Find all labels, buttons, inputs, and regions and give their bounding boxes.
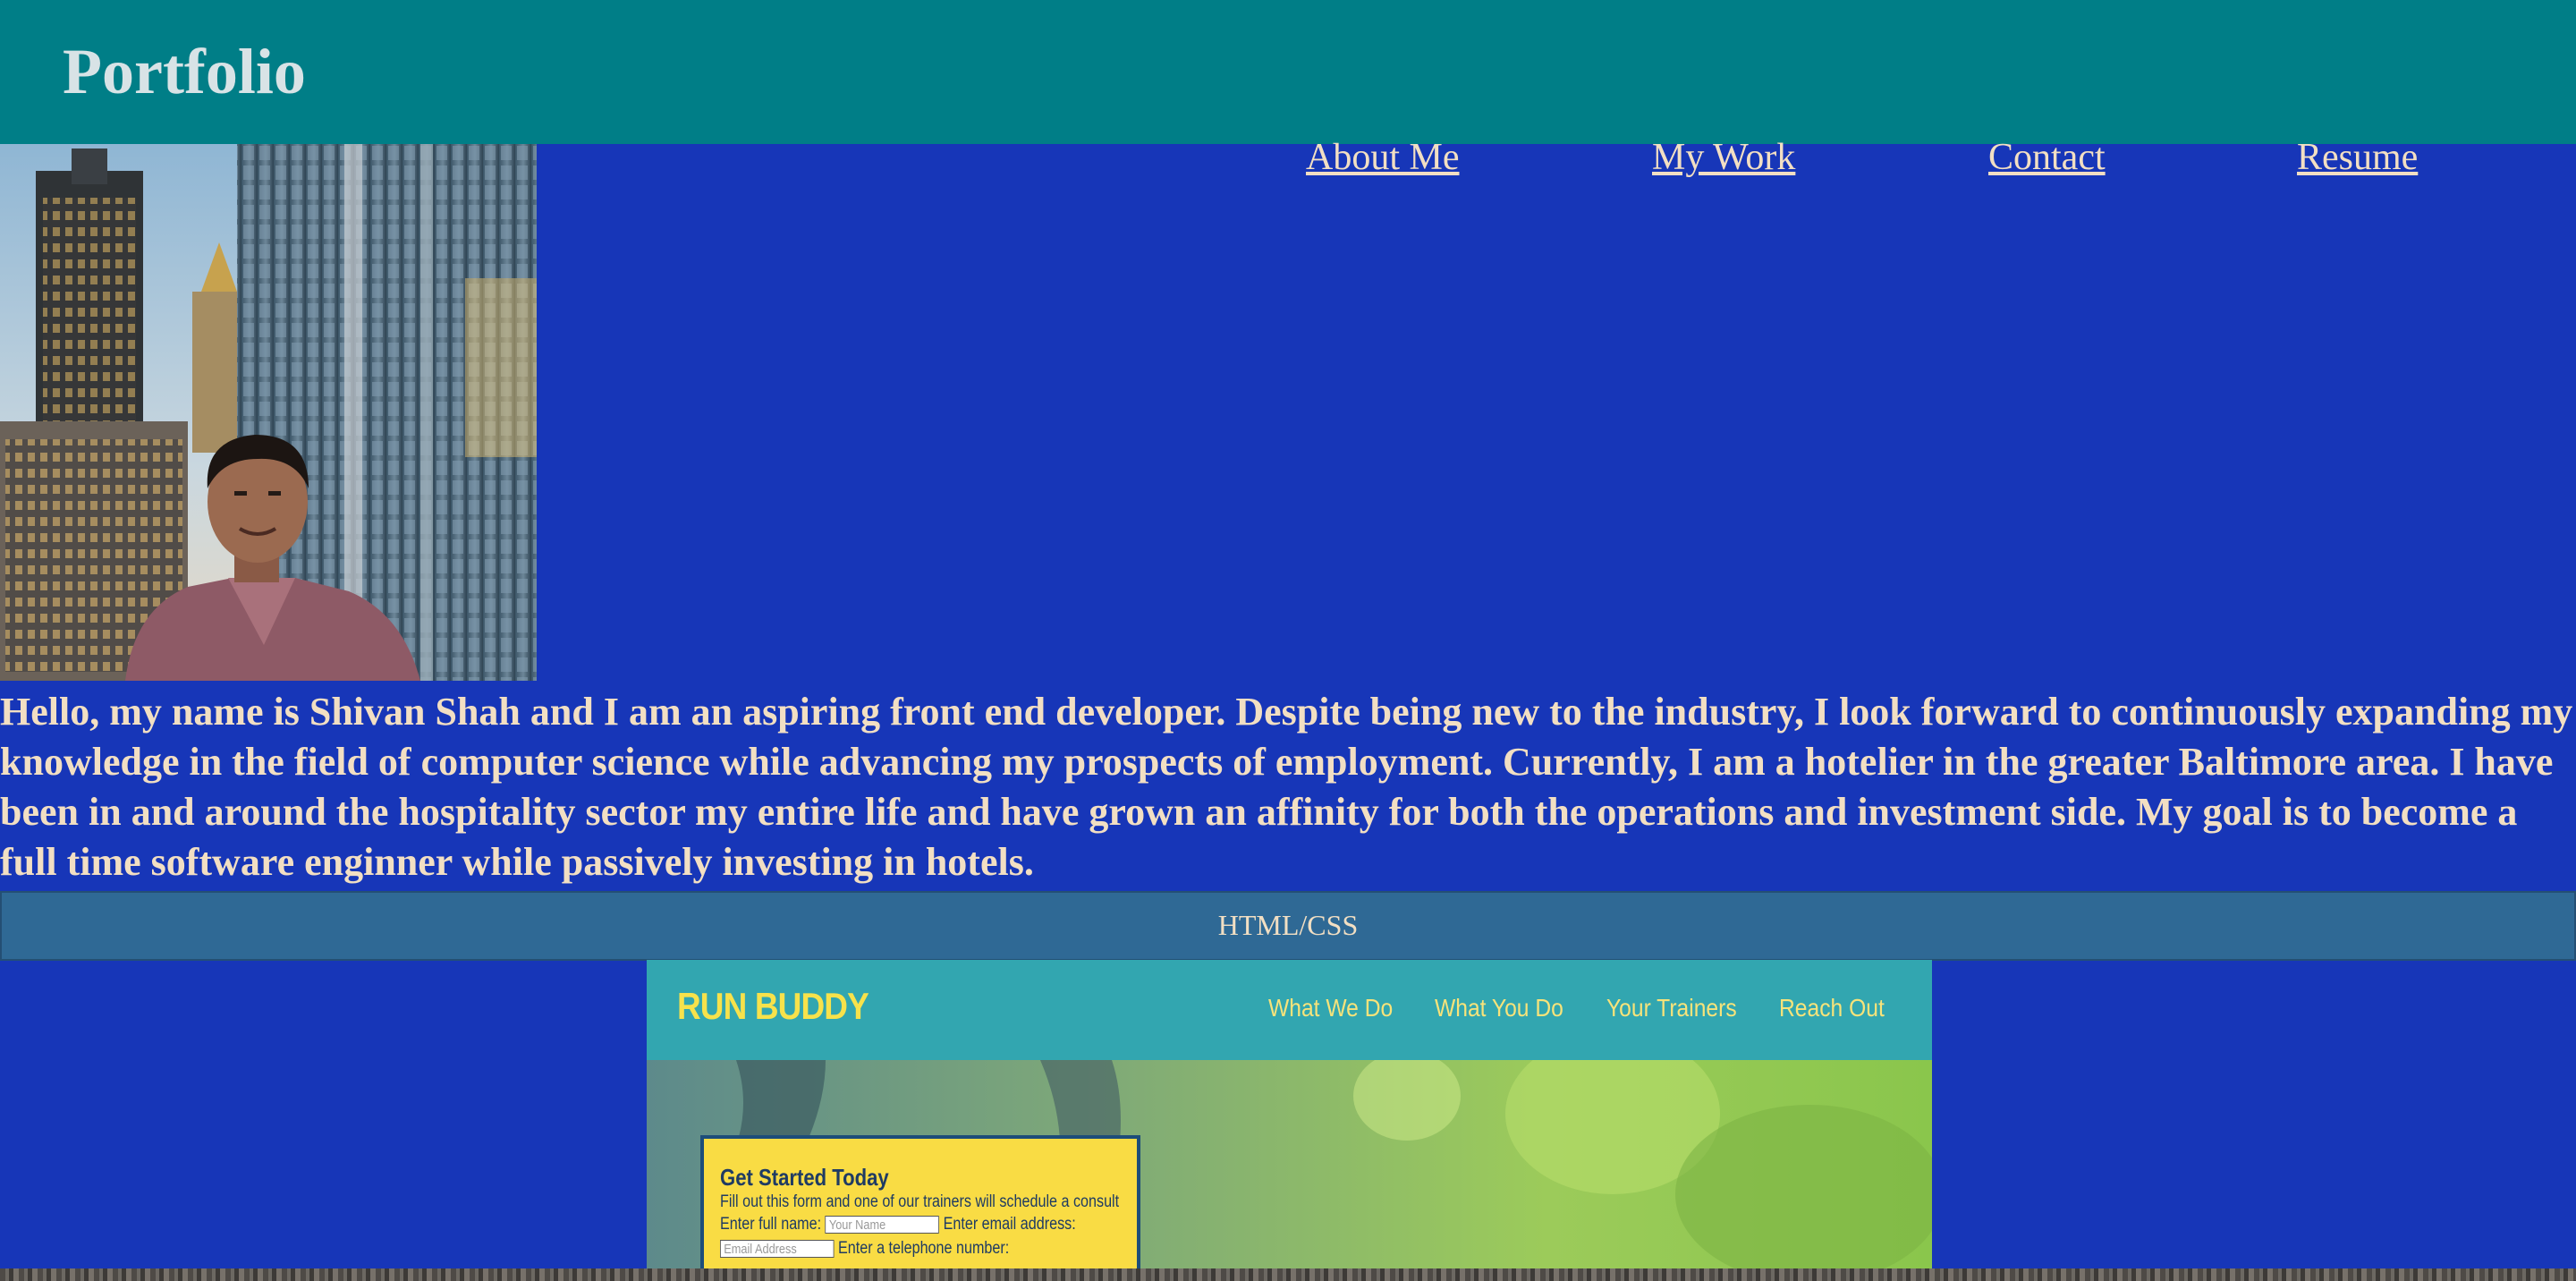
section-label: HTML/CSS [1217,909,1359,941]
run-buddy-logo: RUN BUDDY [677,985,869,1027]
run-buddy-signup-form: Get Started Today Fill out this form and… [700,1135,1140,1268]
nav-link-contact[interactable]: Contact [1988,134,2106,181]
run-buddy-header: RUN BUDDY What We Do What You Do Your Tr… [647,960,1932,1060]
run-buddy-nav-item: Reach Out [1779,994,1885,1022]
profile-photo [0,144,537,681]
run-buddy-nav-item: Your Trainers [1606,994,1737,1022]
run-buddy-email-label: Enter email address: [943,1215,1076,1234]
nav-link-my-work[interactable]: My Work [1652,134,1795,181]
run-buddy-name-label: Enter full name: [720,1215,822,1234]
page-bottom-texture [0,1268,2576,1281]
run-buddy-name-input: Your Name [825,1215,940,1234]
run-buddy-form-row: Enter full name: Your Name Enter email a… [720,1215,1076,1234]
work-section-header: HTML/CSS [0,891,2576,961]
run-buddy-email-input: Email Address [720,1239,835,1258]
run-buddy-form-row: Email Address Enter a telephone number: [720,1239,1009,1259]
run-buddy-form-title: Get Started Today [720,1164,889,1191]
site-header: Portfolio [0,0,2576,144]
nav-link-about-me[interactable]: About Me [1306,134,1460,181]
run-buddy-phone-label: Enter a telephone number: [837,1239,1010,1258]
run-buddy-form-subtitle: Fill out this form and one of our traine… [720,1192,1120,1211]
bio-paragraph: Hello, my name is Shivan Shah and I am a… [0,690,2573,884]
run-buddy-nav-item: What We Do [1268,994,1394,1022]
nav-link-resume[interactable]: Resume [2297,134,2418,181]
site-title: Portfolio [63,36,306,107]
run-buddy-nav-item: What You Do [1435,994,1563,1022]
project-screenshot-run-buddy[interactable]: RUN BUDDY What We Do What You Do Your Tr… [647,960,1932,1268]
